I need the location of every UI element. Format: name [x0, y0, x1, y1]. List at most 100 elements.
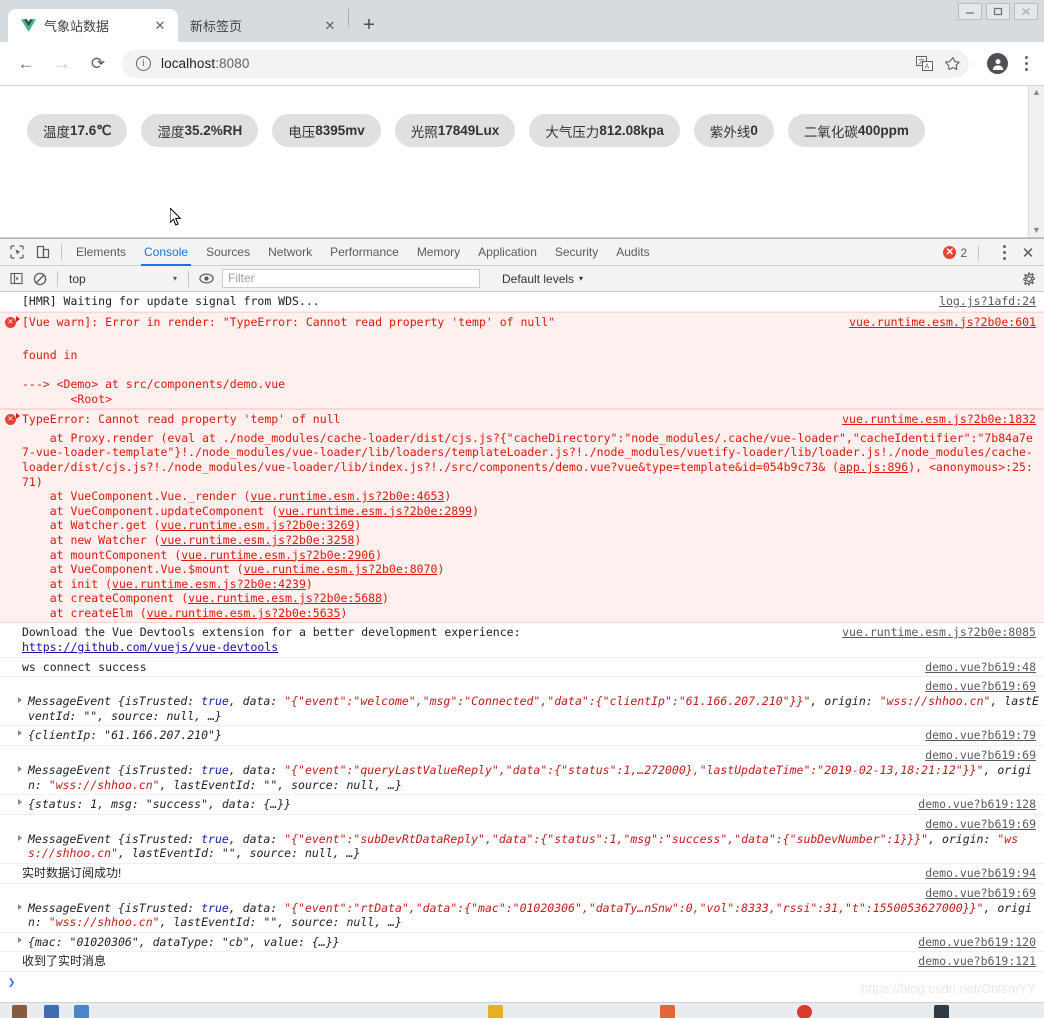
source-link[interactable]: vue.runtime.esm.js?2b0e:4239 — [112, 577, 306, 591]
error-badge[interactable]: ✕ 2 — [943, 246, 971, 260]
profile-avatar-icon[interactable] — [987, 53, 1008, 74]
source-link[interactable]: vue.runtime.esm.js?2b0e:3258 — [160, 533, 354, 547]
scroll-down-arrow-icon[interactable]: ▼ — [1032, 226, 1041, 235]
tab-close-icon[interactable]: ✕ — [152, 18, 168, 34]
expand-arrow-icon[interactable] — [18, 799, 22, 806]
close-button[interactable] — [1014, 3, 1038, 20]
console-row-subscribe-success[interactable]: 实时数据订阅成功! demo.vue?b619:94 — [0, 864, 1044, 884]
source-link[interactable]: demo.vue?b619:69 — [925, 886, 1036, 901]
console-row-message-event[interactable]: demo.vue?b619:69 MessageEvent {isTrusted… — [0, 746, 1044, 796]
console-prompt[interactable]: ❯ — [0, 972, 1044, 992]
console-row-message-event[interactable]: demo.vue?b619:69 MessageEvent {isTrusted… — [0, 815, 1044, 864]
maximize-button[interactable] — [986, 3, 1010, 20]
source-link[interactable]: vue.runtime.esm.js?2b0e:5635 — [147, 606, 341, 620]
source-link[interactable]: vue.runtime.esm.js?2b0e:1832 — [842, 412, 1036, 427]
taskbar-app-icon[interactable] — [660, 1005, 675, 1018]
console-row-message-event[interactable]: demo.vue?b619:69 MessageEvent {isTrusted… — [0, 884, 1044, 933]
source-link[interactable]: demo.vue?b619:79 — [925, 728, 1036, 743]
source-link[interactable]: vue.runtime.esm.js?2b0e:2906 — [181, 548, 375, 562]
console-row-ws-connect[interactable]: ws connect success demo.vue?b619:48 — [0, 658, 1044, 678]
page-scrollbar[interactable]: ▲ ▼ — [1028, 86, 1044, 237]
clear-console-icon[interactable] — [28, 267, 52, 291]
source-link[interactable]: vue.runtime.esm.js?2b0e:3269 — [160, 518, 354, 532]
taskbar-app-icon[interactable] — [797, 1005, 812, 1018]
console-row-hmr[interactable]: [HMR] Waiting for update signal from WDS… — [0, 292, 1044, 312]
back-button[interactable]: ← — [11, 49, 41, 79]
source-link[interactable]: demo.vue?b619:94 — [925, 866, 1036, 881]
browser-tab-active[interactable]: 气象站数据 ✕ — [8, 9, 178, 42]
taskbar-app-icon[interactable] — [934, 1005, 949, 1018]
source-link[interactable]: vue.runtime.esm.js?2b0e:4653 — [250, 489, 444, 503]
translate-icon[interactable]: 文 A — [916, 56, 933, 71]
expand-arrow-icon[interactable] — [18, 936, 22, 943]
source-link[interactable]: demo.vue?b619:69 — [925, 817, 1036, 832]
gear-icon[interactable] — [1022, 271, 1036, 286]
tab-network[interactable]: Network — [259, 239, 321, 266]
address-bar[interactable]: i localhost:8080 文 A — [122, 49, 969, 78]
console-row-object[interactable]: {clientIp: "61.166.207.210"} demo.vue?b6… — [0, 726, 1044, 747]
tab-memory[interactable]: Memory — [408, 239, 469, 266]
console-log-area[interactable]: [HMR] Waiting for update signal from WDS… — [0, 292, 1044, 1002]
source-link[interactable]: vue.runtime.esm.js?2b0e:2899 — [278, 504, 472, 518]
reload-button[interactable]: ⟳ — [83, 49, 113, 79]
console-row-vue-warn[interactable]: ✕ [Vue warn]: Error in render: "TypeErro… — [0, 311, 1044, 332]
expand-arrow-icon[interactable] — [16, 315, 20, 322]
minimize-button[interactable] — [958, 3, 982, 20]
new-tab-button[interactable]: + — [355, 11, 383, 39]
source-link[interactable]: app.js:896 — [839, 460, 908, 474]
expand-arrow-icon[interactable] — [18, 903, 22, 910]
page-info-icon[interactable]: i — [136, 56, 151, 71]
source-link[interactable]: demo.vue?b619:120 — [918, 935, 1036, 950]
console-row-message-event[interactable]: demo.vue?b619:69 MessageEvent {isTrusted… — [0, 677, 1044, 727]
bookmark-star-icon[interactable] — [945, 56, 961, 72]
expand-arrow-icon[interactable] — [18, 766, 22, 773]
taskbar-app-icon[interactable] — [488, 1005, 503, 1018]
log-message: MessageEvent {isTrusted: true, data: "{"… — [28, 817, 1044, 861]
log-levels-select[interactable]: Default levels ▾ — [502, 272, 583, 286]
console-row-object[interactable]: {mac: "01020306", dataType: "cb", value:… — [0, 933, 1044, 953]
source-link[interactable]: vue.runtime.esm.js?2b0e:8070 — [244, 562, 438, 576]
forward-button[interactable]: → — [47, 49, 77, 79]
console-row-received-message[interactable]: 收到了实时消息 demo.vue?b619:121 — [0, 952, 1044, 972]
expand-arrow-icon[interactable] — [18, 730, 22, 737]
source-link[interactable]: vue.runtime.esm.js?2b0e:5688 — [188, 591, 382, 605]
toggle-device-toolbar-icon[interactable] — [30, 239, 56, 265]
browser-menu-icon[interactable] — [1016, 56, 1036, 71]
live-expression-icon[interactable] — [194, 267, 218, 291]
devtools-url[interactable]: https://github.com/vuejs/vue-devtools — [22, 640, 1044, 655]
source-link[interactable]: log.js?1afd:24 — [939, 294, 1036, 309]
console-row-devtools-tip[interactable]: Download the Vue Devtools extension for … — [0, 623, 1044, 658]
source-link[interactable]: demo.vue?b619:121 — [918, 954, 1036, 969]
tab-console[interactable]: Console — [135, 239, 197, 266]
source-link[interactable]: demo.vue?b619:69 — [925, 748, 1036, 763]
stack-frame-tail: ) — [472, 503, 479, 518]
tab-application[interactable]: Application — [469, 239, 546, 266]
taskbar-app-icon[interactable] — [44, 1005, 59, 1018]
scroll-up-arrow-icon[interactable]: ▲ — [1032, 88, 1041, 97]
devtools-close-icon[interactable]: ✕ — [1016, 244, 1040, 262]
source-link[interactable]: demo.vue?b619:69 — [925, 679, 1036, 694]
execution-context-select[interactable]: top ▾ — [63, 269, 183, 289]
taskbar-app-icon[interactable] — [12, 1005, 27, 1018]
taskbar-app-icon[interactable] — [74, 1005, 89, 1018]
tab-security[interactable]: Security — [546, 239, 607, 266]
inspect-element-icon[interactable] — [4, 239, 30, 265]
show-console-sidebar-icon[interactable] — [4, 267, 28, 291]
source-link[interactable]: demo.vue?b619:128 — [918, 797, 1036, 812]
tab-elements[interactable]: Elements — [67, 239, 135, 266]
source-link[interactable]: vue.runtime.esm.js?2b0e:8085 — [842, 625, 1036, 640]
expand-arrow-icon[interactable] — [18, 697, 22, 704]
console-row-object[interactable]: {status: 1, msg: "success", data: {…}} d… — [0, 795, 1044, 815]
tab-audits[interactable]: Audits — [607, 239, 658, 266]
source-link[interactable]: demo.vue?b619:48 — [925, 660, 1036, 675]
console-row-typeerror[interactable]: ✕ TypeError: Cannot read property 'temp'… — [0, 409, 1044, 429]
expand-arrow-icon[interactable] — [16, 413, 20, 420]
devtools-menu-icon[interactable] — [994, 245, 1014, 260]
tab-performance[interactable]: Performance — [321, 239, 408, 266]
source-link[interactable]: vue.runtime.esm.js?2b0e:601 — [849, 315, 1036, 330]
tab-close-icon[interactable]: ✕ — [322, 18, 338, 34]
expand-arrow-icon[interactable] — [18, 834, 22, 841]
console-filter-input[interactable]: Filter — [222, 269, 480, 288]
tab-sources[interactable]: Sources — [197, 239, 259, 266]
browser-tab-inactive[interactable]: 新标签页 ✕ — [178, 9, 348, 42]
